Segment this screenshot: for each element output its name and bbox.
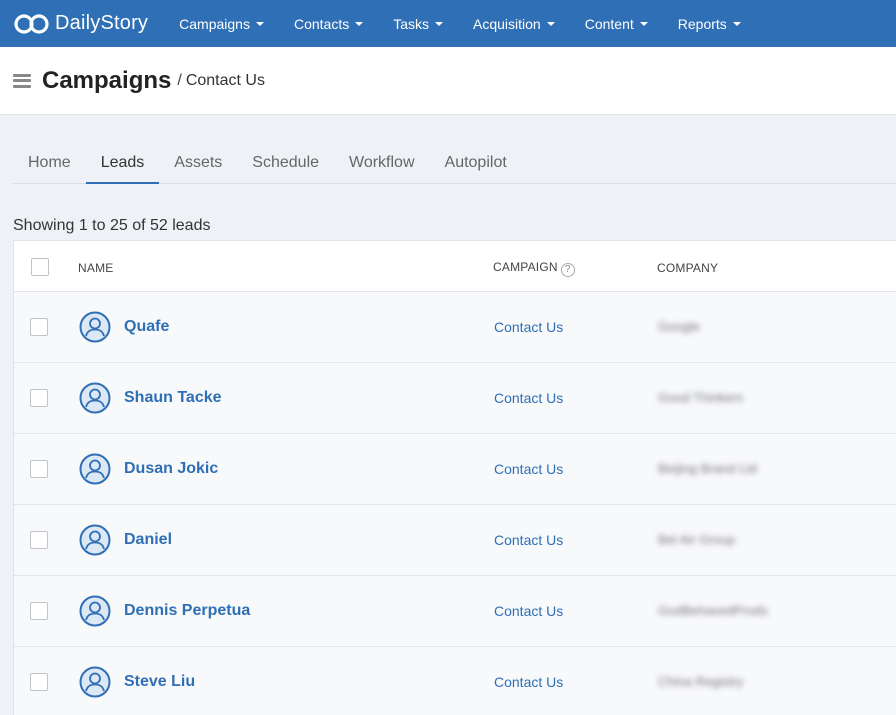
caret-down-icon xyxy=(255,21,264,26)
user-avatar-icon xyxy=(79,524,111,556)
row-checkbox[interactable] xyxy=(30,673,48,691)
hamburger-menu-icon[interactable] xyxy=(13,73,31,88)
lead-name-link[interactable]: Daniel xyxy=(124,531,172,549)
campaign-link[interactable]: Contact Us xyxy=(494,319,563,335)
caret-down-icon xyxy=(355,21,364,26)
nav-item-acquisition[interactable]: Acquisition xyxy=(458,0,570,47)
select-all-checkbox[interactable] xyxy=(31,258,49,276)
lead-name-link[interactable]: Dusan Jokic xyxy=(124,460,218,478)
page-title: Campaigns xyxy=(42,66,172,94)
company-name: Bel Air Group xyxy=(658,532,736,547)
nav-item-label: Campaigns xyxy=(179,15,250,32)
nav-item-label: Content xyxy=(584,15,634,32)
campaign-link[interactable]: Contact Us xyxy=(494,674,563,690)
nav-menu: Campaigns Contacts Tasks Acquisition Con… xyxy=(164,0,756,47)
user-avatar-icon xyxy=(79,595,111,627)
caret-down-icon xyxy=(435,21,444,26)
tab-workflow[interactable]: Workflow xyxy=(334,146,430,184)
company-name: GodBehavedProds xyxy=(658,603,768,618)
user-avatar-icon xyxy=(79,666,111,698)
campaign-tabs: Home Leads Assets Schedule Workflow Auto… xyxy=(13,146,896,184)
table-row[interactable]: Shaun Tacke Contact Us Good Thinkers xyxy=(14,363,896,434)
nav-item-label: Contacts xyxy=(293,15,350,32)
column-header-name[interactable]: NAME xyxy=(78,261,113,275)
table-body: Quafe Contact Us Google Shaun Tacke Cont… xyxy=(14,292,896,715)
breadcrumb-separator: / xyxy=(177,71,182,89)
breadcrumb: Contact Us xyxy=(185,71,265,89)
caret-down-icon xyxy=(546,21,555,26)
nav-item-label: Acquisition xyxy=(473,15,541,32)
brand[interactable]: DailyStory xyxy=(13,0,148,47)
nav-item-campaigns[interactable]: Campaigns xyxy=(164,0,279,47)
tab-assets[interactable]: Assets xyxy=(159,146,237,184)
campaign-link[interactable]: Contact Us xyxy=(494,603,563,619)
lead-name-link[interactable]: Quafe xyxy=(124,318,169,336)
company-name: Beijing Brand Ltd xyxy=(658,461,758,476)
company-name: Good Thinkers xyxy=(658,390,744,405)
lead-name-link[interactable]: Dennis Perpetua xyxy=(124,602,250,620)
table-row[interactable]: Dusan Jokic Contact Us Beijing Brand Ltd xyxy=(14,434,896,505)
user-avatar-icon xyxy=(79,311,111,343)
campaign-link[interactable]: Contact Us xyxy=(494,461,563,477)
campaign-link[interactable]: Contact Us xyxy=(494,390,563,406)
nav-item-contacts[interactable]: Contacts xyxy=(279,0,378,47)
help-icon[interactable]: ? xyxy=(560,263,575,277)
tab-autopilot[interactable]: Autopilot xyxy=(430,146,522,184)
table-row[interactable]: Steve Liu Contact Us China Registry xyxy=(14,647,896,715)
user-avatar-icon xyxy=(79,453,111,485)
tab-schedule[interactable]: Schedule xyxy=(237,146,334,184)
table-row[interactable]: Daniel Contact Us Bel Air Group xyxy=(14,505,896,576)
nav-item-label: Tasks xyxy=(393,15,430,32)
tab-leads[interactable]: Leads xyxy=(85,146,160,184)
nav-item-tasks[interactable]: Tasks xyxy=(378,0,458,47)
table-row[interactable]: Quafe Contact Us Google xyxy=(14,292,896,363)
brand-name: DailyStory xyxy=(55,12,149,34)
row-checkbox[interactable] xyxy=(30,389,48,407)
company-name: Google xyxy=(658,319,700,334)
campaign-link[interactable]: Contact Us xyxy=(494,532,563,548)
table-header: NAME CAMPAIGN? COMPANY xyxy=(14,241,896,292)
tab-home[interactable]: Home xyxy=(13,146,86,184)
table-row[interactable]: Dennis Perpetua Contact Us GodBehavedPro… xyxy=(14,576,896,647)
lead-name-link[interactable]: Shaun Tacke xyxy=(124,389,222,407)
column-header-campaign[interactable]: CAMPAIGN? xyxy=(493,260,575,277)
company-name: China Registry xyxy=(658,674,744,689)
nav-item-content[interactable]: Content xyxy=(570,0,663,47)
caret-down-icon xyxy=(732,21,741,26)
row-checkbox[interactable] xyxy=(30,460,48,478)
row-checkbox[interactable] xyxy=(30,602,48,620)
caret-down-icon xyxy=(639,21,648,26)
lead-name-link[interactable]: Steve Liu xyxy=(124,673,195,691)
page-header: Campaigns / Contact Us xyxy=(0,47,896,115)
nav-item-reports[interactable]: Reports xyxy=(663,0,756,47)
row-checkbox[interactable] xyxy=(30,318,48,336)
dailystory-logo-icon xyxy=(14,13,49,34)
column-header-company[interactable]: COMPANY xyxy=(657,261,718,275)
row-checkbox[interactable] xyxy=(30,531,48,549)
results-count: Showing 1 to 25 of 52 leads xyxy=(13,217,211,234)
column-header-campaign-label: CAMPAIGN xyxy=(493,260,558,274)
nav-item-label: Reports xyxy=(677,15,727,32)
user-avatar-icon xyxy=(79,382,111,414)
leads-table: NAME CAMPAIGN? COMPANY Quafe Contact Us … xyxy=(13,240,896,715)
top-navbar: DailyStory Campaigns Contacts Tasks Acqu… xyxy=(0,0,896,47)
